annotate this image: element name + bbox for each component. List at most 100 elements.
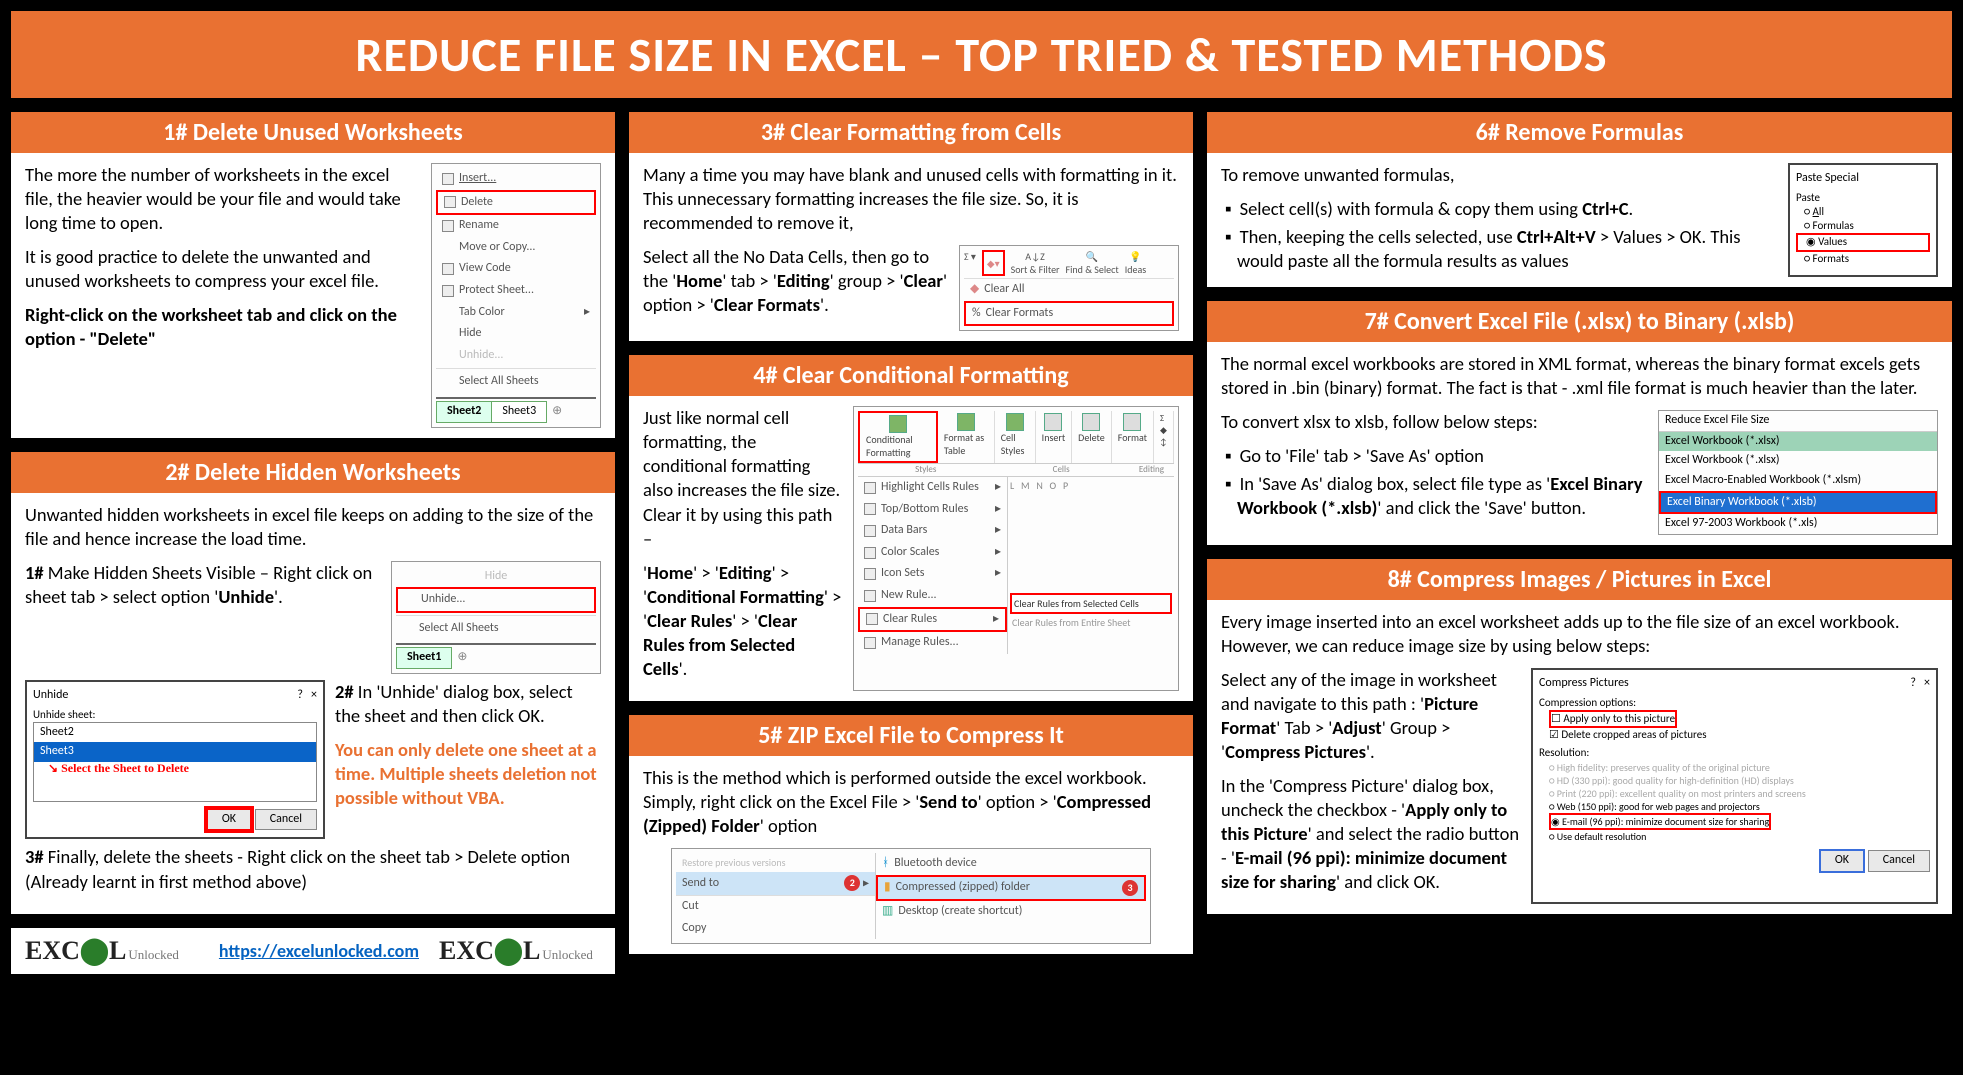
cf-clearrules[interactable]: Clear Rules▸ <box>858 607 1007 633</box>
c3-p1: Many a time you may have blank and unuse… <box>643 163 1179 235</box>
chk-delete-cropped[interactable]: Delete cropped areas of pictures <box>1549 728 1930 742</box>
cf-newrule[interactable]: New Rule... <box>858 585 1007 607</box>
card-8-title: 8# Compress Images / Pictures in Excel <box>1207 559 1952 600</box>
res-hd[interactable]: HD (330 ppi): good quality for high-defi… <box>1549 774 1930 787</box>
card-1: 1# Delete Unused Worksheets The more the… <box>8 109 618 441</box>
opt-formulas[interactable]: Formulas <box>1796 219 1930 233</box>
c2-p1: Unwanted hidden worksheets in excel file… <box>25 503 601 551</box>
card-6: 6# Remove Formulas To remove unwanted fo… <box>1204 109 1955 290</box>
paste-special-dialog: Paste Special Paste AAllll Formulas Valu… <box>1788 163 1938 277</box>
bt-device[interactable]: ᚼBluetooth device <box>876 853 1146 875</box>
cancel-button[interactable]: Cancel <box>255 809 317 831</box>
clear-formats[interactable]: %Clear Formats <box>964 301 1174 327</box>
card-6-title: 6# Remove Formulas <box>1207 112 1952 153</box>
opt-values[interactable]: Values <box>1796 233 1930 251</box>
c5-p1: This is the method which is performed ou… <box>643 766 1179 838</box>
c1-p3: Right-click on the worksheet tab and cli… <box>25 303 421 351</box>
c4-ribbon: Conditional Formatting Format as Table C… <box>853 406 1179 691</box>
copy[interactable]: Copy <box>676 918 875 940</box>
menu-move[interactable]: Move or Copy... <box>436 237 596 259</box>
menu-selectall2[interactable]: Select All Sheets <box>396 618 596 640</box>
ok-button[interactable]: OK <box>1819 849 1865 873</box>
unhide-row-sel[interactable]: Sheet3 <box>34 742 316 762</box>
card-3: 3# Clear Formatting from Cells Many a ti… <box>626 109 1196 344</box>
cf-clear-selected[interactable]: Clear Rules from Selected Cells <box>1010 593 1172 614</box>
unhide-row[interactable]: Sheet2 <box>34 723 316 743</box>
saveas-row[interactable]: Excel 97-2003 Workbook (*.xls) <box>1659 514 1937 534</box>
c1-context-menu: Insert... Delete Rename Move or Copy... … <box>431 163 601 428</box>
card-8: 8# Compress Images / Pictures in Excel E… <box>1204 556 1955 918</box>
cut[interactable]: Cut <box>676 896 875 918</box>
sheet-tab-active[interactable]: Sheet2 <box>436 401 492 423</box>
chk-apply-only[interactable]: Apply only to this picture <box>1549 710 1677 728</box>
clear-dropdown-icon[interactable]: ◆▾ <box>987 257 1000 270</box>
menu-tabcolor[interactable]: Tab Color ▸ <box>436 302 596 324</box>
opt-all[interactable]: AAllll <box>1796 205 1930 219</box>
res-high[interactable]: High fidelity: preserves quality of the … <box>1549 761 1930 774</box>
card-7: 7# Convert Excel File (.xlsx) to Binary … <box>1204 298 1955 548</box>
res-web[interactable]: Web (150 ppi): good for web pages and pr… <box>1549 800 1930 813</box>
logo-2: EXC⬤LUnlocked <box>439 936 593 966</box>
menu-protect[interactable]: Protect Sheet... <box>436 280 596 302</box>
clear-all[interactable]: ◆Clear All <box>964 279 1174 301</box>
c7-p1: The normal excel workbooks are stored in… <box>1221 352 1938 400</box>
site-link[interactable]: https://excelunlocked.com <box>219 940 419 962</box>
res-default[interactable]: Use default resolution <box>1549 830 1930 843</box>
c1-p2: It is good practice to delete the unwant… <box>25 245 421 293</box>
send-to[interactable]: Send to2 ▸ <box>676 872 875 895</box>
c2-step3: 3# Finally, delete the sheets - Right cl… <box>25 845 601 893</box>
unhide-dialog: Unhide? × Unhide sheet: Sheet2 Sheet3 ↘ … <box>25 680 325 839</box>
c3-ribbon: Σ ▾ ◆▾ A↓ZSort & Filter 🔍Find & Select 💡… <box>959 245 1179 331</box>
c7-b2: In 'Save As' dialog box, select file typ… <box>1225 472 1648 520</box>
menu-rename[interactable]: Rename <box>436 215 596 237</box>
saveas-xlsb[interactable]: Excel Binary Workbook (*.xlsb) <box>1659 491 1937 515</box>
card-4: 4# Clear Conditional Formatting Just lik… <box>626 352 1196 704</box>
c2-unhide-menu: Hide Unhide... Select All Sheets Sheet1⊕ <box>391 561 601 674</box>
menu-unhide[interactable]: Unhide... <box>436 345 596 367</box>
c7-b1: Go to 'File' tab > 'Save As' option <box>1225 444 1648 468</box>
res-print[interactable]: Print (220 ppi): excellent quality on mo… <box>1549 787 1930 800</box>
menu-insert[interactable]: Insert... <box>436 168 596 190</box>
c6-b1: Select cell(s) with formula & copy them … <box>1225 197 1778 221</box>
main-title: REDUCE FILE SIZE IN EXCEL – TOP TRIED & … <box>8 8 1955 101</box>
card-2-title: 2# Delete Hidden Worksheets <box>11 452 615 493</box>
opt-formats[interactable]: Formats <box>1796 252 1930 266</box>
cf-manage[interactable]: Manage Rules... <box>858 632 1007 654</box>
c6-b2: Then, keeping the cells selected, use Ct… <box>1225 225 1778 273</box>
saveas-row[interactable]: Excel Workbook (*.xlsx) <box>1659 451 1937 471</box>
cancel-button[interactable]: Cancel <box>1868 850 1930 872</box>
c6-p1: To remove unwanted formulas, <box>1221 163 1778 187</box>
cf-databars[interactable]: Data Bars▸ <box>858 520 1007 542</box>
menu-selectall[interactable]: Select All Sheets <box>436 371 596 393</box>
saveas-row[interactable]: Excel Workbook (*.xlsx) <box>1659 432 1937 452</box>
desktop-shortcut[interactable]: ▥Desktop (create shortcut) <box>876 901 1146 923</box>
c4-p1: Just like normal cell formatting, the co… <box>643 406 843 550</box>
cf-topbottom[interactable]: Top/Bottom Rules▸ <box>858 499 1007 521</box>
cond-format-button[interactable]: Conditional Formatting <box>858 411 938 463</box>
c8-p2: Select any of the image in worksheet and… <box>1221 668 1521 764</box>
cf-iconsets[interactable]: Icon Sets▸ <box>858 563 1007 585</box>
card-4-title: 4# Clear Conditional Formatting <box>629 355 1193 396</box>
c4-p2: 'Home' > 'Editing' > 'Conditional Format… <box>643 561 843 681</box>
c8-p3: In the 'Compress Picture' dialog box, un… <box>1221 774 1521 894</box>
zip-folder[interactable]: ▮Compressed (zipped) folder3 <box>876 875 1146 901</box>
sheet-tab[interactable]: Sheet3 <box>491 401 547 423</box>
saveas-list: Reduce Excel File Size Excel Workbook (*… <box>1658 410 1938 535</box>
menu-unhide2[interactable]: Unhide... <box>396 587 596 613</box>
c2-note: You can only delete one sheet at a time.… <box>335 738 601 810</box>
menu-hide[interactable]: Hide <box>436 323 596 345</box>
card-7-title: 7# Convert Excel File (.xlsx) to Binary … <box>1207 301 1952 342</box>
res-email[interactable]: E-mail (96 ppi): minimize document size … <box>1549 813 1771 830</box>
sheet-tab-1[interactable]: Sheet1 <box>396 647 452 669</box>
c1-p1: The more the number of worksheets in the… <box>25 163 421 235</box>
card-1-title: 1# Delete Unused Worksheets <box>11 112 615 153</box>
cf-highlight[interactable]: Highlight Cells Rules▸ <box>858 477 1007 499</box>
menu-delete[interactable]: Delete <box>436 190 596 216</box>
menu-viewcode[interactable]: View Code <box>436 258 596 280</box>
saveas-row[interactable]: Excel Macro-Enabled Workbook (*.xlsm) <box>1659 471 1937 491</box>
ok-button[interactable]: OK <box>206 808 252 832</box>
menu-hide2[interactable]: Hide <box>396 566 596 588</box>
cf-colorscales[interactable]: Color Scales▸ <box>858 542 1007 564</box>
c3-p2: Select all the No Data Cells, then go to… <box>643 245 949 321</box>
card-3-title: 3# Clear Formatting from Cells <box>629 112 1193 153</box>
